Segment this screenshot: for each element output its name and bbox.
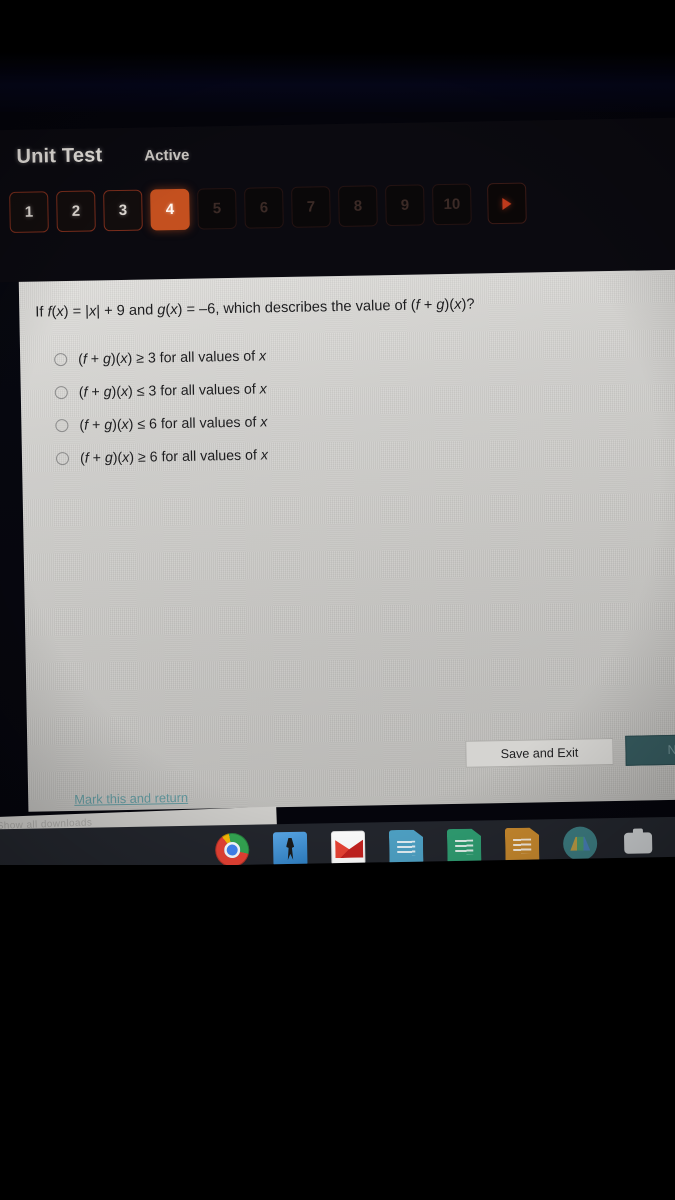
answer-option-label: (f + g)(x) ≤ 3 for all values of x [78, 380, 267, 401]
question-prompt: If f(x) = |x| + 9 and g(x) = –6, which d… [35, 296, 475, 321]
radio-button-icon[interactable] [54, 385, 68, 400]
question-nav-item-9[interactable]: 9 [385, 184, 425, 227]
question-nav-item-8[interactable]: 8 [338, 185, 378, 227]
title-row: Unit Test Active [16, 143, 189, 169]
gmail-icon[interactable] [330, 830, 366, 866]
mark-this-and-return-link[interactable]: Mark this and return [74, 790, 188, 807]
question-panel: If f(x) = |x| + 9 and g(x) = –6, which d… [18, 269, 675, 812]
answer-options: (f + g)(x) ≥ 3 for all values of x (f + … [54, 339, 268, 475]
question-nav-item-6[interactable]: 6 [244, 186, 284, 229]
next-question-button[interactable] [487, 182, 527, 225]
question-nav-item-1[interactable]: 1 [9, 191, 49, 234]
monitor-screen: Unit Test Active 1 2 3 4 5 6 7 8 9 10 If… [0, 41, 675, 870]
app-icon[interactable] [272, 831, 308, 867]
question-nav-item-10[interactable]: 10 [432, 183, 472, 226]
next-button[interactable]: Next [625, 733, 675, 766]
answer-option-label: (f + g)(x) ≥ 3 for all values of x [78, 347, 267, 368]
save-and-exit-button[interactable]: Save and Exit [465, 738, 614, 768]
triangle-right-icon [502, 197, 512, 210]
question-nav-item-2[interactable]: 2 [56, 190, 96, 233]
radio-button-icon[interactable] [55, 451, 70, 466]
google-photos-icon[interactable] [621, 825, 656, 860]
answer-option-a[interactable]: (f + g)(x) ≥ 3 for all values of x [54, 339, 267, 376]
quiz-header: Unit Test Active 1 2 3 4 5 6 7 8 9 10 [0, 117, 675, 283]
answer-option-label: (f + g)(x) ≥ 6 for all values of x [79, 446, 269, 467]
question-nav-item-7[interactable]: 7 [291, 186, 331, 228]
answer-option-c[interactable]: (f + g)(x) ≤ 6 for all values of x [55, 405, 268, 442]
google-sheets-icon[interactable] [447, 828, 482, 863]
answer-option-d[interactable]: (f + g)(x) ≥ 6 for all values of x [55, 438, 269, 475]
question-nav-item-3[interactable]: 3 [103, 189, 143, 232]
google-docs-icon[interactable] [389, 830, 424, 865]
radio-button-icon[interactable] [54, 352, 68, 367]
page-title: Unit Test [16, 144, 103, 168]
radio-button-icon[interactable] [55, 418, 69, 433]
photo-bottom-letterbox [0, 865, 675, 1200]
status-badge: Active [144, 146, 190, 165]
google-drive-icon[interactable] [562, 826, 598, 861]
photo-of-screen: Unit Test Active 1 2 3 4 5 6 7 8 9 10 If… [0, 0, 675, 1200]
photo-top-letterbox [0, 0, 675, 52]
google-slides-icon[interactable] [505, 827, 540, 862]
question-number-nav: 1 2 3 4 5 6 7 8 9 10 [9, 182, 527, 234]
question-nav-item-4[interactable]: 4 [150, 188, 190, 231]
chrome-icon[interactable] [214, 832, 250, 868]
browser-chrome [0, 41, 675, 131]
taskbar-icon-list [214, 824, 675, 868]
answer-option-b[interactable]: (f + g)(x) ≤ 3 for all values of x [54, 372, 267, 409]
answer-option-label: (f + g)(x) ≤ 6 for all values of x [79, 413, 268, 434]
question-nav-item-5[interactable]: 5 [197, 187, 237, 230]
